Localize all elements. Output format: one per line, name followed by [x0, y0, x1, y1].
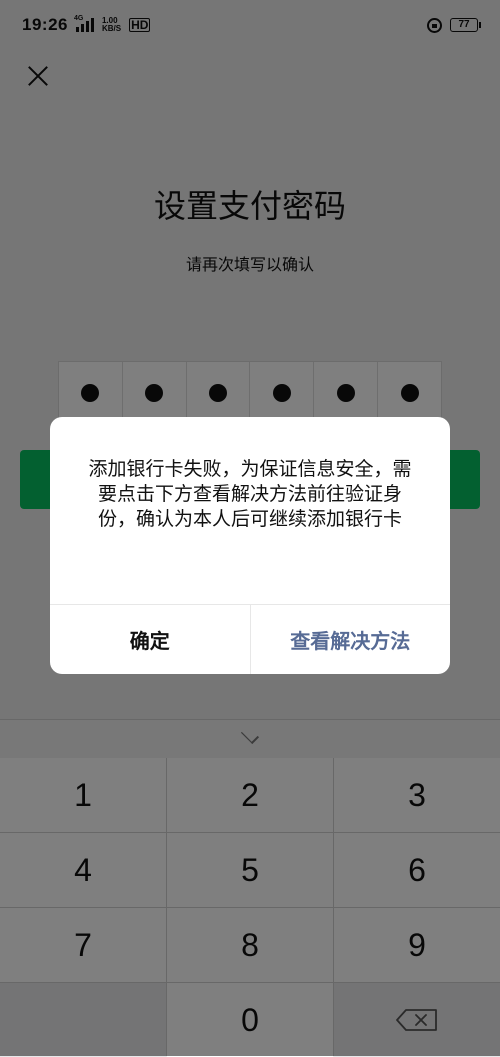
- alert-dialog: 添加银行卡失败，为保证信息安全，需要点击下方查看解决方法前往验证身份，确认为本人…: [50, 417, 450, 674]
- ok-button[interactable]: 确定: [50, 605, 251, 674]
- dialog-message: 添加银行卡失败，为保证信息安全，需要点击下方查看解决方法前往验证身份，确认为本人…: [88, 458, 412, 530]
- view-solution-button[interactable]: 查看解决方法: [251, 605, 451, 674]
- dialog-buttons: 确定 查看解决方法: [50, 604, 450, 674]
